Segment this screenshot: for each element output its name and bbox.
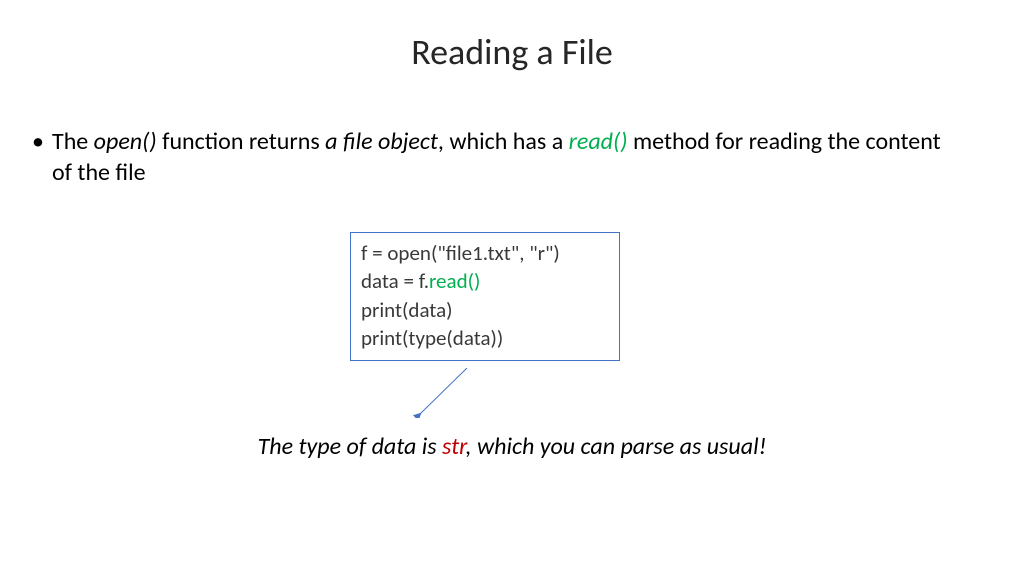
code-line-2: data = f.read() xyxy=(361,267,609,295)
caption: The type of data is str, which you can p… xyxy=(0,432,1024,461)
code-line-1: f = open("file1.txt", "r") xyxy=(361,239,609,267)
code-line-4: print(type(data)) xyxy=(361,324,609,352)
text-segment: The xyxy=(52,127,94,156)
code-line-3: print(data) xyxy=(361,296,609,324)
arrow-icon xyxy=(412,368,472,418)
caption-str: str xyxy=(442,432,466,461)
code-line-2a: data = f. xyxy=(361,268,429,294)
bullet-item: • The open() function returns a file obj… xyxy=(52,126,952,188)
slide-title: Reading a File xyxy=(0,30,1024,74)
code-line-2b: read() xyxy=(429,268,480,294)
code-term-read: read() xyxy=(569,127,628,156)
bullet-marker: • xyxy=(32,126,44,157)
text-segment: function returns xyxy=(157,127,325,156)
text-segment: , which has a xyxy=(438,127,569,156)
term-file-object: a file object xyxy=(325,127,438,156)
code-term-open: open() xyxy=(94,127,157,156)
slide: Reading a File • The open() function ret… xyxy=(0,0,1024,576)
code-box: f = open("file1.txt", "r") data = f.read… xyxy=(350,232,620,361)
caption-segment: , which you can parse as usual! xyxy=(466,432,767,461)
bullet-text: The open() function returns a file objec… xyxy=(52,127,941,187)
caption-segment: The type of data is xyxy=(258,432,442,461)
